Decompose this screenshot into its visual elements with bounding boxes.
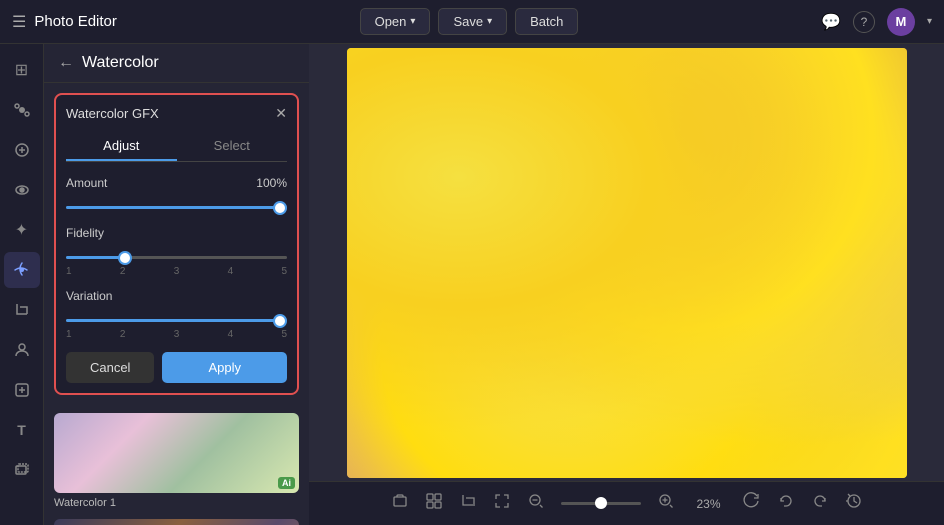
bottom-toolbar: 23% — [309, 481, 944, 525]
history-icon[interactable] — [845, 492, 863, 515]
zoom-out-icon[interactable] — [527, 492, 545, 515]
amount-section: Amount 100% — [66, 176, 287, 214]
cancel-button[interactable]: Cancel — [66, 352, 154, 383]
left-panel: ← Watercolor Watercolor GFX ✕ Adjust Sel… — [44, 44, 309, 525]
menu-icon[interactable]: ☰ — [12, 12, 26, 32]
retouch-icon[interactable] — [4, 372, 40, 408]
variation-label: Variation — [66, 289, 112, 303]
fit-icon[interactable] — [493, 492, 511, 515]
help-icon[interactable]: ? — [853, 11, 875, 33]
comment-icon[interactable]: 💬 — [821, 12, 841, 32]
layers-bottom-icon[interactable] — [391, 492, 409, 515]
people-icon[interactable] — [4, 332, 40, 368]
thumbnail-area: Ai Watercolor 1 Watercolor 2 — [44, 405, 309, 525]
main: ⊞ ✦ T ← Watercolor — [0, 44, 944, 525]
list-item[interactable]: Ai Watercolor 1 — [54, 413, 299, 509]
save-button[interactable]: Save ▾ — [438, 8, 507, 35]
text-icon[interactable]: T — [4, 412, 40, 448]
canvas-main — [309, 44, 944, 481]
crop2-icon[interactable] — [459, 492, 477, 515]
app-title: Photo Editor — [34, 13, 117, 30]
list-item[interactable]: Watercolor 2 — [54, 519, 299, 525]
panel-header: ← Watercolor — [44, 44, 309, 83]
gfx-dialog: Watercolor GFX ✕ Adjust Select Amount 10… — [54, 93, 299, 395]
apply-button[interactable]: Apply — [162, 352, 287, 383]
zoom-value: 23% — [691, 497, 727, 511]
avatar-chevron: ▾ — [927, 16, 932, 27]
panel-title: Watercolor — [82, 54, 159, 72]
zoom-in-icon[interactable] — [657, 492, 675, 515]
header: ☰ Photo Editor Open ▾ Save ▾ Batch 💬 ? M… — [0, 0, 944, 44]
magic-icon[interactable]: ✦ — [4, 212, 40, 248]
gfx-close-button[interactable]: ✕ — [275, 105, 287, 122]
gfx-title: Watercolor GFX — [66, 106, 159, 121]
healing-icon[interactable] — [4, 132, 40, 168]
grid-icon[interactable] — [425, 492, 443, 515]
thumbnail-label: Watercolor 1 — [54, 497, 299, 509]
fidelity-section: Fidelity 1 2 3 4 5 — [66, 226, 287, 277]
avatar[interactable]: M — [887, 8, 915, 36]
thumbnail-watercolor1: Ai — [54, 413, 299, 493]
back-button[interactable]: ← — [58, 54, 74, 72]
tab-select[interactable]: Select — [177, 132, 288, 161]
fidelity-slider[interactable] — [66, 256, 287, 259]
variation-slider[interactable] — [66, 319, 287, 322]
amount-slider[interactable] — [66, 206, 287, 209]
fidelity-label: Fidelity — [66, 226, 104, 240]
batch-button[interactable]: Batch — [515, 8, 578, 35]
rotate-icon[interactable] — [743, 492, 761, 515]
zoom-slider[interactable] — [561, 502, 641, 505]
image-canvas — [347, 48, 907, 478]
header-left: ☰ Photo Editor — [12, 12, 117, 32]
watercolor-image — [347, 48, 907, 478]
gfx-buttons: Cancel Apply — [66, 352, 287, 383]
redo-icon[interactable] — [811, 492, 829, 515]
left-toolbar: ⊞ ✦ T — [0, 44, 44, 525]
eye-icon[interactable] — [4, 172, 40, 208]
open-button[interactable]: Open ▾ — [360, 8, 431, 35]
variation-section: Variation 1 2 3 4 5 — [66, 289, 287, 340]
ai-badge: Ai — [278, 477, 295, 489]
gfx-header: Watercolor GFX ✕ — [66, 105, 287, 122]
canvas-area: 23% — [309, 44, 944, 525]
header-right: 💬 ? M ▾ — [821, 8, 932, 36]
tab-adjust[interactable]: Adjust — [66, 132, 177, 161]
layers-icon[interactable]: ⊞ — [4, 52, 40, 88]
crop-icon[interactable] — [4, 292, 40, 328]
effects-icon[interactable] — [4, 252, 40, 288]
adjustments-icon[interactable] — [4, 92, 40, 128]
amount-label: Amount — [66, 176, 107, 190]
gfx-tabs: Adjust Select — [66, 132, 287, 162]
amount-value: 100% — [256, 176, 287, 190]
thumbnail-watercolor2 — [54, 519, 299, 525]
overlays-icon[interactable] — [4, 452, 40, 488]
undo-icon[interactable] — [777, 492, 795, 515]
header-center: Open ▾ Save ▾ Batch — [129, 8, 809, 35]
